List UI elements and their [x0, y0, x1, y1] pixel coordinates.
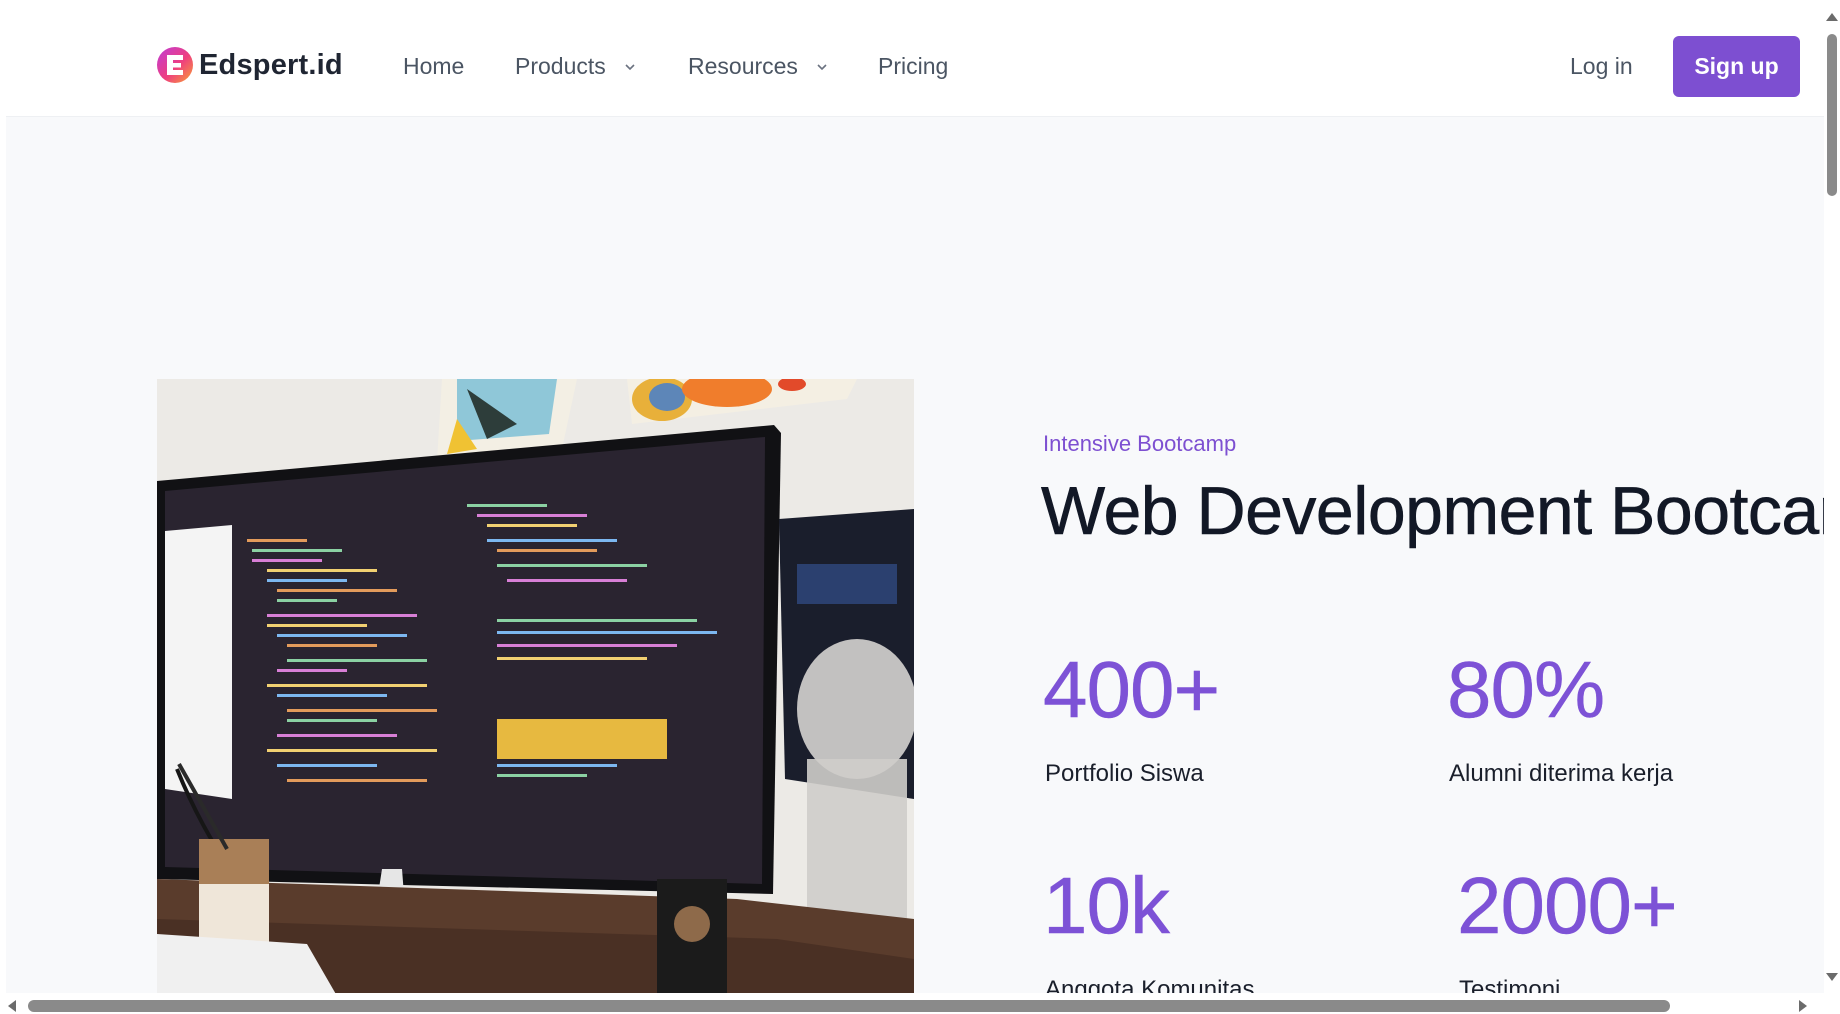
vertical-scroll-thumb[interactable] [1827, 34, 1837, 196]
stat-label-alumni: Alumni diterima kerja [1449, 760, 1674, 787]
brand-name: Edspert.id [199, 48, 343, 81]
stat-value-alumni: 80% [1447, 645, 1606, 734]
scroll-left-arrow-icon[interactable] [8, 1000, 16, 1012]
stat-value-portfolio: 400+ [1043, 645, 1221, 734]
scroll-up-arrow-icon[interactable] [1826, 13, 1838, 21]
hero-image [157, 379, 914, 993]
chevron-down-icon [817, 63, 827, 70]
page-viewport: Edspert.id Home Products Resources Prici… [6, 2, 1824, 993]
stat-value-testimoni: 2000+ [1457, 861, 1678, 950]
nav-products-label: Products [515, 53, 606, 79]
nav-resources[interactable]: Resources [688, 53, 830, 80]
hero-eyebrow: Intensive Bootcamp [1043, 431, 1237, 456]
horizontal-scroll-thumb[interactable] [28, 1000, 1670, 1012]
scroll-down-arrow-icon[interactable] [1826, 973, 1838, 981]
workstation-photo [157, 379, 914, 993]
login-link[interactable]: Log in [1570, 53, 1633, 80]
scroll-right-arrow-icon[interactable] [1799, 1000, 1807, 1012]
stat-label-portfolio: Portfolio Siswa [1045, 760, 1204, 787]
brand-logo[interactable]: Edspert.id [156, 46, 343, 84]
logo-icon [157, 47, 193, 83]
stat-value-community: 10k [1043, 861, 1170, 950]
nav-home[interactable]: Home [403, 53, 464, 80]
signup-button[interactable]: Sign up [1673, 36, 1800, 97]
top-navbar: Edspert.id Home Products Resources Prici… [6, 2, 1824, 117]
nav-products[interactable]: Products [515, 53, 638, 80]
nav-resources-label: Resources [688, 53, 798, 79]
hero-title: Web Development Bootcamp [1041, 473, 1824, 550]
stat-label-testimoni: Testimoni [1459, 976, 1561, 993]
nav-pricing[interactable]: Pricing [878, 53, 948, 80]
stat-label-community: Anggota Komunitas [1045, 976, 1255, 993]
chevron-down-icon [625, 63, 635, 70]
